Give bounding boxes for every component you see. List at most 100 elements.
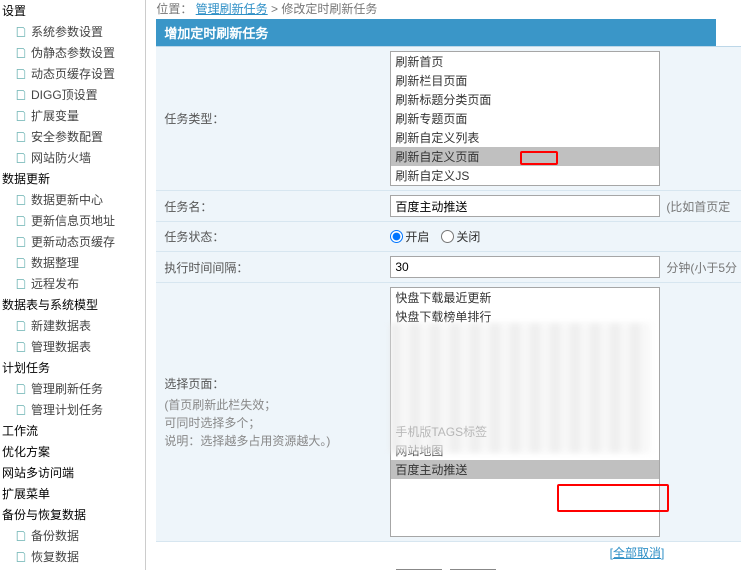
sidebar-item-label: 管理数据表 [31, 338, 91, 355]
status-off-radio[interactable]: 关闭 [441, 228, 480, 245]
document-icon [14, 25, 28, 39]
sidebar-item[interactable]: 网站防火墙 [0, 147, 145, 168]
sidebar-item[interactable]: 系统参数设置 [0, 21, 145, 42]
document-icon [14, 214, 28, 228]
pages-label-cell: 选择页面： (首页刷新此栏失效； 可同时选择多个； 说明：选择越多占用资源越大。… [156, 283, 386, 541]
document-icon [14, 67, 28, 81]
select-option[interactable]: 刷新自定义列表 [391, 128, 659, 147]
pages-hint-3: 说明：选择越多占用资源越大。) [164, 432, 378, 450]
status-on-text: 开启 [405, 228, 429, 245]
sidebar-group[interactable]: 工作流 [0, 420, 145, 441]
document-icon [14, 382, 28, 396]
select-all-link[interactable]: 全部 [613, 546, 637, 560]
document-icon [14, 319, 28, 333]
sidebar-item[interactable]: 备份数据 [0, 525, 145, 546]
sidebar-group[interactable]: 扩展菜单 [0, 483, 145, 504]
sidebar-item[interactable]: 伪静态参数设置 [0, 42, 145, 63]
pages-select[interactable]: 快盘下载最近更新快盘下载榜单排行 手机版TAGS标签网站地图百度主动推送 [390, 287, 660, 537]
select-option[interactable] [391, 390, 659, 406]
cancel-select-link[interactable]: 取消 [637, 546, 661, 560]
sidebar-item-label: 动态页缓存设置 [31, 65, 115, 82]
sidebar-item-label: 伪静态参数设置 [31, 44, 115, 61]
select-option[interactable]: 网站地图 [391, 441, 659, 460]
pages-label: 选择页面： [164, 375, 378, 392]
sidebar-item[interactable]: 更新动态页缓存 [0, 231, 145, 252]
sidebar-item[interactable]: 远程发布 [0, 273, 145, 294]
sidebar-item-label: 更新动态页缓存 [31, 233, 115, 250]
sidebar-item-label: 数据更新中心 [31, 191, 103, 208]
task-name-hint: (比如首页定 [666, 198, 730, 215]
document-icon [14, 109, 28, 123]
sidebar-item[interactable]: 更新信息页地址 [0, 210, 145, 231]
select-option[interactable]: 手机版TAGS标签 [391, 422, 659, 441]
sidebar-group[interactable]: 数据更新 [0, 168, 145, 189]
interval-input[interactable] [390, 256, 660, 278]
sidebar-item[interactable]: 扩展变量 [0, 105, 145, 126]
sidebar-item[interactable]: 管理计划任务 [0, 399, 145, 420]
sidebar-item-label: 远程发布 [31, 275, 79, 292]
sidebar-group[interactable]: 网站多访问端 [0, 462, 145, 483]
task-status-label: 任务状态： [156, 222, 386, 251]
sidebar-item[interactable]: 管理数据表 [0, 336, 145, 357]
select-option[interactable]: 刷新标题分类页面 [391, 90, 659, 109]
sidebar-item[interactable]: 恢复数据 [0, 546, 145, 567]
sidebar-item[interactable]: 新建数据表 [0, 315, 145, 336]
task-type-select[interactable]: 刷新首页刷新栏目页面刷新标题分类页面刷新专题页面刷新自定义列表刷新自定义页面刷新… [390, 51, 660, 186]
sidebar-group[interactable]: 数据表与系统模型 [0, 294, 145, 315]
breadcrumb-link-1[interactable]: 管理刷新任务 [196, 2, 268, 16]
select-all-cancel: [全部取消] [156, 542, 676, 563]
pages-hint-2: 可同时选择多个； [164, 414, 378, 432]
sidebar-item-label: 备份数据 [31, 527, 79, 544]
sidebar: 设置系统参数设置伪静态参数设置动态页缓存设置DIGG顶设置扩展变量安全参数配置网… [0, 0, 146, 570]
sidebar-item-label: 安全参数配置 [31, 128, 103, 145]
select-option[interactable]: 刷新首页 [391, 52, 659, 71]
select-option[interactable] [391, 342, 659, 358]
breadcrumb-current: 修改定时刷新任务 [281, 2, 377, 16]
document-icon [14, 256, 28, 270]
sidebar-group[interactable]: 备份与恢复数据 [0, 504, 145, 525]
document-icon [14, 130, 28, 144]
panel-header: 增加定时刷新任务 [156, 19, 716, 46]
breadcrumb: 位置： 管理刷新任务 > 修改定时刷新任务 [156, 0, 741, 19]
sidebar-group[interactable]: 计划任务 [0, 357, 145, 378]
sidebar-group[interactable]: 设置 [0, 0, 145, 21]
breadcrumb-prefix: 位置： [156, 2, 192, 16]
sidebar-item-label: 扩展变量 [31, 107, 79, 124]
sidebar-item[interactable]: DIGG顶设置 [0, 84, 145, 105]
sidebar-item[interactable]: 数据更新中心 [0, 189, 145, 210]
document-icon [14, 529, 28, 543]
select-option[interactable] [391, 326, 659, 342]
sidebar-item-label: 恢复数据 [31, 548, 79, 565]
select-option[interactable]: 刷新自定义JS [391, 166, 659, 185]
pages-hint-1: (首页刷新此栏失效； [164, 396, 378, 414]
document-icon [14, 193, 28, 207]
document-icon [14, 235, 28, 249]
interval-unit: 分钟(小于5分 [666, 259, 737, 276]
sidebar-item-label: DIGG顶设置 [31, 86, 98, 103]
task-name-input[interactable] [390, 195, 660, 217]
select-option[interactable]: 百度主动推送 [391, 460, 659, 479]
document-icon [14, 403, 28, 417]
document-icon [14, 151, 28, 165]
form: 任务类型： 刷新首页刷新栏目页面刷新标题分类页面刷新专题页面刷新自定义列表刷新自… [156, 46, 741, 570]
select-option[interactable]: 刷新栏目页面 [391, 71, 659, 90]
sidebar-item[interactable]: 数据整理 [0, 252, 145, 273]
select-option[interactable] [391, 358, 659, 374]
sidebar-group[interactable]: 优化方案 [0, 441, 145, 462]
sidebar-item-label: 管理刷新任务 [31, 380, 103, 397]
sidebar-item-label: 网站防火墙 [31, 149, 91, 166]
select-option[interactable] [391, 374, 659, 390]
sidebar-item-label: 数据整理 [31, 254, 79, 271]
sidebar-item[interactable]: 动态页缓存设置 [0, 63, 145, 84]
sidebar-item[interactable]: 管理刷新任务 [0, 378, 145, 399]
document-icon [14, 277, 28, 291]
status-on-radio[interactable]: 开启 [390, 228, 429, 245]
breadcrumb-sep: > [271, 2, 281, 16]
select-option[interactable]: 快盘下载最近更新 [391, 288, 659, 307]
select-option[interactable] [391, 406, 659, 422]
select-option[interactable]: 刷新专题页面 [391, 109, 659, 128]
select-option[interactable]: 快盘下载榜单排行 [391, 307, 659, 326]
sidebar-item[interactable]: 安全参数配置 [0, 126, 145, 147]
sidebar-item-label: 更新信息页地址 [31, 212, 115, 229]
select-option[interactable]: 刷新自定义页面 [391, 147, 659, 166]
